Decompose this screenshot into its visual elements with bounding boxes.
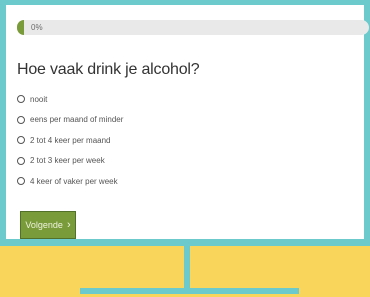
question-title: Hoe vaak drink je alcohol? [17, 61, 200, 78]
option-eens-per-maand[interactable]: eens per maand of minder [17, 110, 123, 131]
survey-screen: 0% Hoe vaak drink je alcohol? nooit eens… [6, 5, 369, 239]
progress-bar: 0% [17, 20, 369, 35]
next-button-label: Volgende [25, 220, 63, 230]
option-nooit[interactable]: nooit [17, 89, 123, 110]
option-4-of-vaker-per-week[interactable]: 4 keer of vaker per week [17, 171, 123, 192]
answer-options: nooit eens per maand of minder 2 tot 4 k… [17, 89, 123, 192]
option-label: 4 keer of vaker per week [30, 176, 118, 186]
radio-button[interactable] [17, 95, 25, 104]
option-2-tot-4-per-maand[interactable]: 2 tot 4 keer per maand [17, 130, 123, 151]
monitor-frame: 0% Hoe vaak drink je alcohol? nooit eens… [0, 0, 370, 246]
monitor-stand [184, 246, 190, 288]
monitor-base [80, 288, 299, 294]
progress-label: 0% [31, 23, 43, 32]
radio-button[interactable] [17, 156, 25, 165]
radio-button[interactable] [17, 136, 25, 145]
option-label: 2 tot 3 keer per week [30, 156, 105, 166]
option-label: nooit [30, 94, 48, 104]
radio-button[interactable] [17, 115, 25, 124]
chevron-right-icon: › [66, 218, 71, 231]
option-2-tot-3-per-week[interactable]: 2 tot 3 keer per week [17, 151, 123, 172]
option-label: 2 tot 4 keer per maand [30, 135, 111, 145]
radio-button[interactable] [17, 177, 25, 186]
next-button[interactable]: Volgende › [20, 211, 76, 239]
progress-fill [17, 20, 24, 35]
option-label: eens per maand of minder [30, 115, 124, 125]
